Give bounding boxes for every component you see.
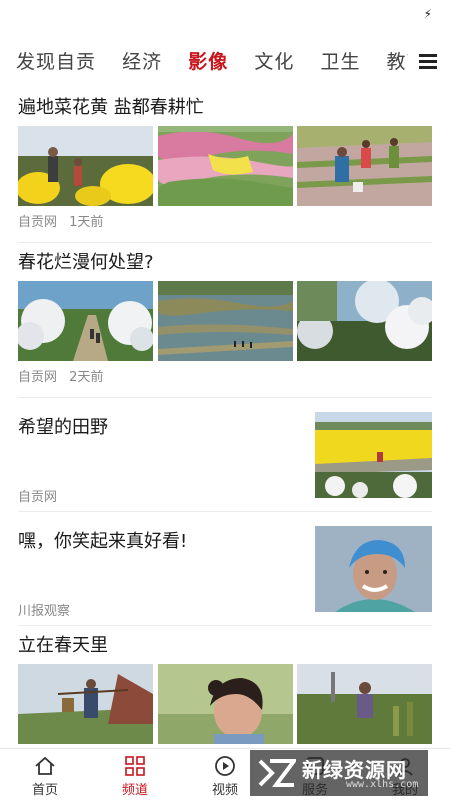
channel-tab-bar: 发现自贡 经济 影像 文化 卫生 教育 [0,44,450,80]
article-card[interactable]: 遍地菜花黄 盐都春耕忙 自贡网 1天前 [18,88,432,243]
image-row [18,664,432,744]
article-time: 2天前 [69,370,104,385]
grid-icon [90,755,180,777]
photo-rapeseed-field[interactable] [315,412,432,498]
article-title[interactable]: 立在春天里 [18,626,432,658]
tab-images[interactable]: 影像 [188,44,228,80]
article-title[interactable]: 希望的田野 [18,408,288,440]
nav-channels[interactable]: 频道 [90,749,180,800]
news-feed: 遍地菜花黄 盐都春耕忙 自贡网 1天前 春花烂漫何处望? 自贡网 2天前 希望的… [18,88,432,744]
home-icon [0,755,90,777]
article-meta: 川报观察 [18,603,78,621]
article-time: 1天前 [69,215,104,230]
watermark-logo-icon [258,757,298,793]
article-title[interactable]: 嘿，你笑起来真好看! [18,522,288,554]
photo-farmer-crops[interactable] [297,664,432,744]
article-title[interactable]: 春花烂漫何处望? [18,243,432,275]
tab-discover[interactable]: 发现自贡 [16,44,96,80]
article-source: 自贡网 [18,370,58,385]
tab-health[interactable]: 卫生 [320,44,360,80]
article-card[interactable]: 希望的田野 自贡网 [18,398,432,512]
status-bar: ⚡ [0,0,450,32]
site-watermark: 新绿资源网 www.xlhs.com [250,750,428,796]
nav-home[interactable]: 首页 [0,749,90,800]
image-row [18,281,432,361]
tab-education[interactable]: 教育 [387,44,408,80]
tab-economy[interactable]: 经济 [122,44,162,80]
photo-white-blossoms[interactable] [297,281,432,361]
photo-wetland[interactable] [157,281,293,361]
photo-carrying-pole[interactable] [18,664,153,744]
image-row [18,126,432,206]
article-card[interactable]: 春花烂漫何处望? 自贡网 2天前 [18,243,432,398]
photo-terraced-fields[interactable] [157,126,293,206]
photo-woman-bun[interactable] [157,664,293,744]
article-meta: 自贡网 2天前 [18,361,432,397]
photo-farmer-rapeseed[interactable] [18,126,153,206]
tab-culture[interactable]: 文化 [254,44,294,80]
nav-home-label: 首页 [31,783,58,798]
photo-smiling-nurse[interactable] [315,526,432,612]
article-meta: 自贡网 [18,489,65,507]
article-source: 自贡网 [18,215,58,230]
watermark-url: www.xlhs.com [346,779,419,790]
article-meta: 自贡网 1天前 [18,206,432,242]
charging-icon: ⚡ [423,7,432,21]
article-card[interactable]: 立在春天里 [18,626,432,744]
article-card[interactable]: 嘿，你笑起来真好看! 川报观察 [18,512,432,626]
photo-field-workers[interactable] [297,126,432,206]
photo-blossom-path[interactable] [18,281,153,361]
nav-channels-label: 频道 [121,783,148,798]
article-source: 自贡网 [18,490,58,505]
article-title[interactable]: 遍地菜花黄 盐都春耕忙 [18,88,432,120]
menu-icon[interactable] [419,54,437,70]
article-source: 川报观察 [18,604,71,619]
tab-track: 发现自贡 经济 影像 文化 卫生 教育 [16,44,408,80]
